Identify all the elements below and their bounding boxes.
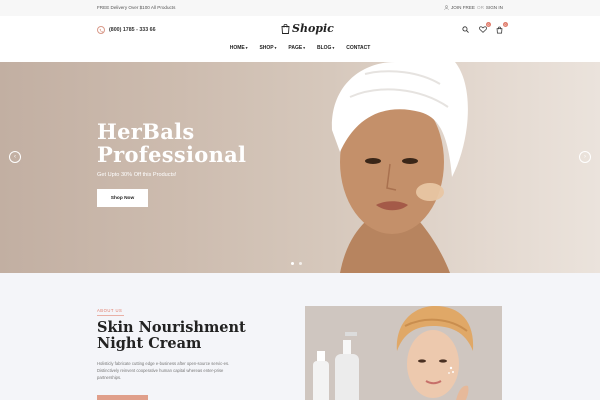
wishlist-count-badge: 0 [486,22,491,27]
cart-icon [496,26,503,34]
about-title-line2: Night Cream [97,335,202,352]
bag-logo-icon [281,23,290,34]
shop-now-button[interactable]: Shop Now [97,189,148,207]
auth-links: JOIN FREE OR SIGN IN [444,5,503,10]
chevron-left-icon: ‹ [14,154,16,160]
chevron-down-icon: ▾ [274,46,277,50]
search-icon [462,26,469,33]
about-description: Holisticly fabricate cutting edge e-busi… [97,361,230,380]
hero-model-image [331,62,468,273]
header: (800) 1785 - 333 66 Shopic 0 0 HOME ▾ SHO… [0,16,600,62]
nav-item-label: BLOG [316,45,332,51]
slider-prev-button[interactable]: ‹ [9,151,21,163]
slider-dot[interactable] [299,262,302,265]
hero-title-line2: Professional [97,142,247,167]
slider-next-button[interactable]: › [579,151,591,163]
join-free-link[interactable]: JOIN FREE [451,5,475,10]
about-button[interactable] [97,395,148,400]
search-button[interactable] [461,25,470,34]
hero-title: HerBals Professional [97,120,246,166]
nav-item-label: HOME [229,45,245,51]
phone-number: (800) 1785 - 333 66 [109,27,156,33]
cart-count-badge: 0 [503,22,508,27]
site-logo[interactable]: Shopic [281,22,334,35]
phone-icon [97,26,105,34]
nav-item-label: SHOP [259,45,274,51]
heart-icon [478,26,487,33]
about-title-line1: Skin Nourishment [97,319,246,336]
nav-item-home[interactable]: HOME ▾ [230,45,248,51]
hero-subtitle: Get Upto 30% Off this Products! [97,172,177,178]
top-bar: FREE Delivery Over $100 All Products JOI… [0,0,600,16]
chevron-down-icon: ▾ [245,46,248,50]
hero-slider: HerBals Professional Get Upto 30% Off th… [0,62,600,273]
nav-item-shop[interactable]: SHOP ▾ [259,45,276,51]
nav-item-blog[interactable]: BLOG ▾ [317,45,334,51]
user-icon [444,5,449,10]
nav-item-page[interactable]: PAGE ▾ [288,45,305,51]
chevron-down-icon: ▾ [332,46,335,50]
logo-text: Shopic [292,22,334,35]
slider-dots [291,262,302,265]
chevron-down-icon: ▾ [303,46,305,50]
about-section: ABOUT US Skin Nourishment Night Cream Ho… [0,273,600,400]
about-label-underline [97,315,124,316]
main-nav: HOME ▾ SHOP ▾ PAGE ▾ BLOG ▾ CONTACT [0,45,600,51]
phone-contact[interactable]: (800) 1785 - 333 66 [97,26,156,34]
header-icons: 0 0 [461,22,508,34]
wishlist-button[interactable]: 0 [478,22,491,34]
about-label: ABOUT US [97,308,123,313]
nav-item-label: CONTACT [346,45,371,51]
about-product-image [305,306,502,400]
about-title: Skin Nourishment Night Cream [97,320,246,352]
promo-text: FREE Delivery Over $100 All Products [97,5,176,10]
sign-in-link[interactable]: SIGN IN [486,5,503,10]
cart-button[interactable]: 0 [495,22,508,34]
chevron-right-icon: › [584,154,586,160]
hero-title-line1: HerBals [97,119,195,144]
slider-dot[interactable] [291,262,294,265]
nav-item-label: PAGE [288,45,303,51]
nav-item-contact[interactable]: CONTACT [346,45,370,51]
or-separator: OR [477,5,484,10]
page: FREE Delivery Over $100 All Products JOI… [0,0,600,400]
